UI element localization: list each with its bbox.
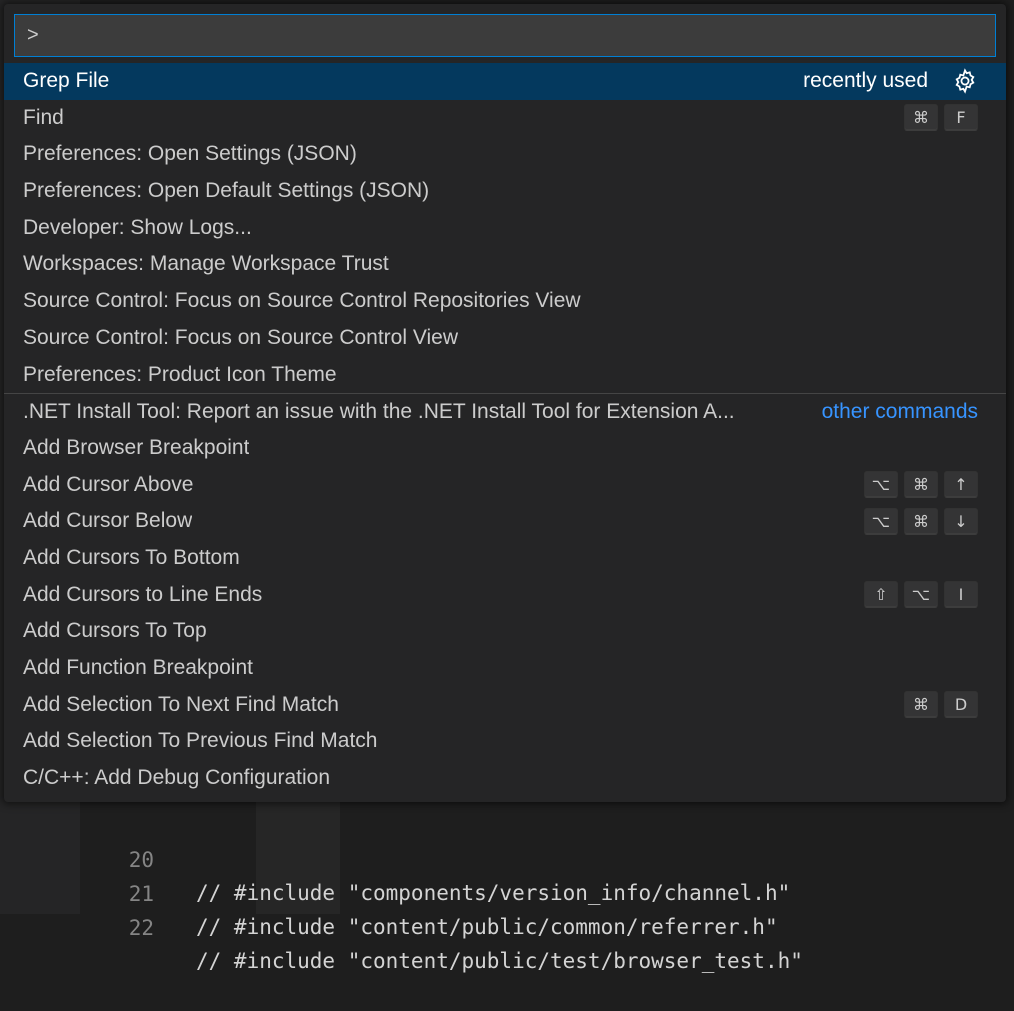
command-item[interactable]: Add Cursors To Bottom <box>4 540 1006 577</box>
command-item[interactable]: Grep File recently used <box>4 63 1006 100</box>
code-line[interactable]: 22 // #include "content/public/test/brow… <box>82 879 1014 973</box>
command-input[interactable] <box>14 14 996 57</box>
command-label: Add Cursors to Line Ends <box>23 582 263 606</box>
command-label: Preferences: Open Settings (JSON) <box>23 142 357 166</box>
keybinding-key: I <box>944 581 978 609</box>
command-meta: ⌥ ⌘ ↑ <box>864 467 978 503</box>
other-commands-link[interactable]: other commands <box>822 400 978 424</box>
command-item[interactable]: Preferences: Product Icon Theme <box>4 357 1006 394</box>
command-label: Add Function Breakpoint <box>23 656 253 679</box>
command-meta: ⌘ F <box>904 100 978 136</box>
command-label: Add Cursors To Bottom <box>23 545 240 569</box>
keybinding-key: ↑ <box>944 471 978 499</box>
command-meta: recently used <box>803 63 978 99</box>
command-meta: ⌥ ⌘ ↓ <box>864 503 978 539</box>
line-text: // #include "content/public/common/refer… <box>196 915 778 939</box>
command-label: Source Control: Focus on Source Control … <box>23 325 458 349</box>
command-meta: ⇧ ⌥ I <box>864 577 978 613</box>
command-item[interactable]: Add Cursors To Top <box>4 613 1006 650</box>
code-line[interactable]: 21 // #include "content/public/common/re… <box>82 845 1014 939</box>
keybinding-key: ⌥ <box>864 471 898 499</box>
keybinding-key: ⌘ <box>904 691 938 719</box>
command-label: Developer: Show Logs... <box>23 215 252 239</box>
command-label: .NET Install Tool: Report an issue with … <box>23 400 735 424</box>
command-item[interactable]: Add Selection To Previous Find Match <box>4 723 1006 760</box>
keybinding-key: ⇧ <box>864 581 898 609</box>
command-item[interactable]: Preferences: Open Default Settings (JSON… <box>4 173 1006 210</box>
command-label: Add Cursors To Top <box>23 619 207 643</box>
command-item[interactable]: .NET Install Tool: Report an issue with … <box>4 393 1006 430</box>
command-item[interactable]: Preferences: Open Settings (JSON) <box>4 136 1006 173</box>
command-label: Find <box>23 105 64 129</box>
command-item[interactable]: Add Cursor Above ⌥ ⌘ ↑ <box>4 467 1006 504</box>
command-label: Grep File <box>23 69 110 92</box>
command-palette: Grep Filerecently usedFind⌘FPreferences:… <box>4 4 1006 802</box>
line-text: // #include "content/public/test/browser… <box>196 949 803 973</box>
command-item[interactable]: Developer: Show Logs... <box>4 210 1006 247</box>
command-item[interactable]: Add Function Breakpoint <box>4 650 1006 687</box>
command-list: Grep File recently used Find ⌘ F Preferences:… <box>4 63 1006 797</box>
command-label: Preferences: Product Icon Theme <box>23 362 337 386</box>
command-label: Preferences: Open Default Settings (JSON… <box>23 179 430 203</box>
keybinding-key: ⌘ <box>904 104 938 132</box>
command-item[interactable]: Source Control: Focus on Source Control … <box>4 283 1006 320</box>
code-line[interactable]: 20 // #include "components/version_info/… <box>82 811 1014 905</box>
command-item[interactable]: Add Cursors to Line Ends ⇧ ⌥ I <box>4 577 1006 614</box>
command-item[interactable]: Add Selection To Next Find Match ⌘ D <box>4 687 1006 724</box>
command-label: Source Control: Focus on Source Control … <box>23 289 581 313</box>
command-item[interactable]: C/C++: Add Debug Configuration <box>4 760 1006 797</box>
line-number: 22 <box>128 916 154 940</box>
command-item[interactable]: Source Control: Focus on Source Control … <box>4 320 1006 357</box>
keybinding-key: ⌘ <box>904 507 938 535</box>
command-label: Add Selection To Next Find Match <box>23 692 339 716</box>
keybinding-key: ⌥ <box>864 507 898 535</box>
command-label: Add Cursor Above <box>23 472 194 496</box>
keybinding-key: ⌥ <box>904 581 938 609</box>
command-item[interactable]: Add Browser Breakpoint <box>4 430 1006 467</box>
command-item[interactable]: Add Cursor Below ⌥ ⌘ ↓ <box>4 503 1006 540</box>
keybinding-key: D <box>944 691 978 719</box>
keybinding-key: ⌘ <box>904 471 938 499</box>
code-lines: 20 // #include "components/version_info/… <box>82 783 1014 973</box>
command-label: Add Browser Breakpoint <box>23 435 250 459</box>
command-input-wrapper <box>14 14 996 57</box>
command-item[interactable]: Workspaces: Manage Workspace Trust <box>4 246 1006 283</box>
command-meta: other commands <box>822 394 978 430</box>
command-label: Add Cursor Below <box>23 509 193 533</box>
command-item[interactable]: Find ⌘ F <box>4 100 1006 137</box>
command-label: Add Selection To Previous Find Match <box>23 729 378 753</box>
keybinding-key: F <box>944 104 978 132</box>
command-label: C/C++: Add Debug Configuration <box>23 766 331 790</box>
command-label: Workspaces: Manage Workspace Trust <box>23 252 389 276</box>
gear-icon[interactable] <box>952 68 978 94</box>
command-description: recently used <box>803 69 928 92</box>
command-meta: ⌘ D <box>904 687 978 723</box>
keybinding-key: ↓ <box>944 507 978 535</box>
